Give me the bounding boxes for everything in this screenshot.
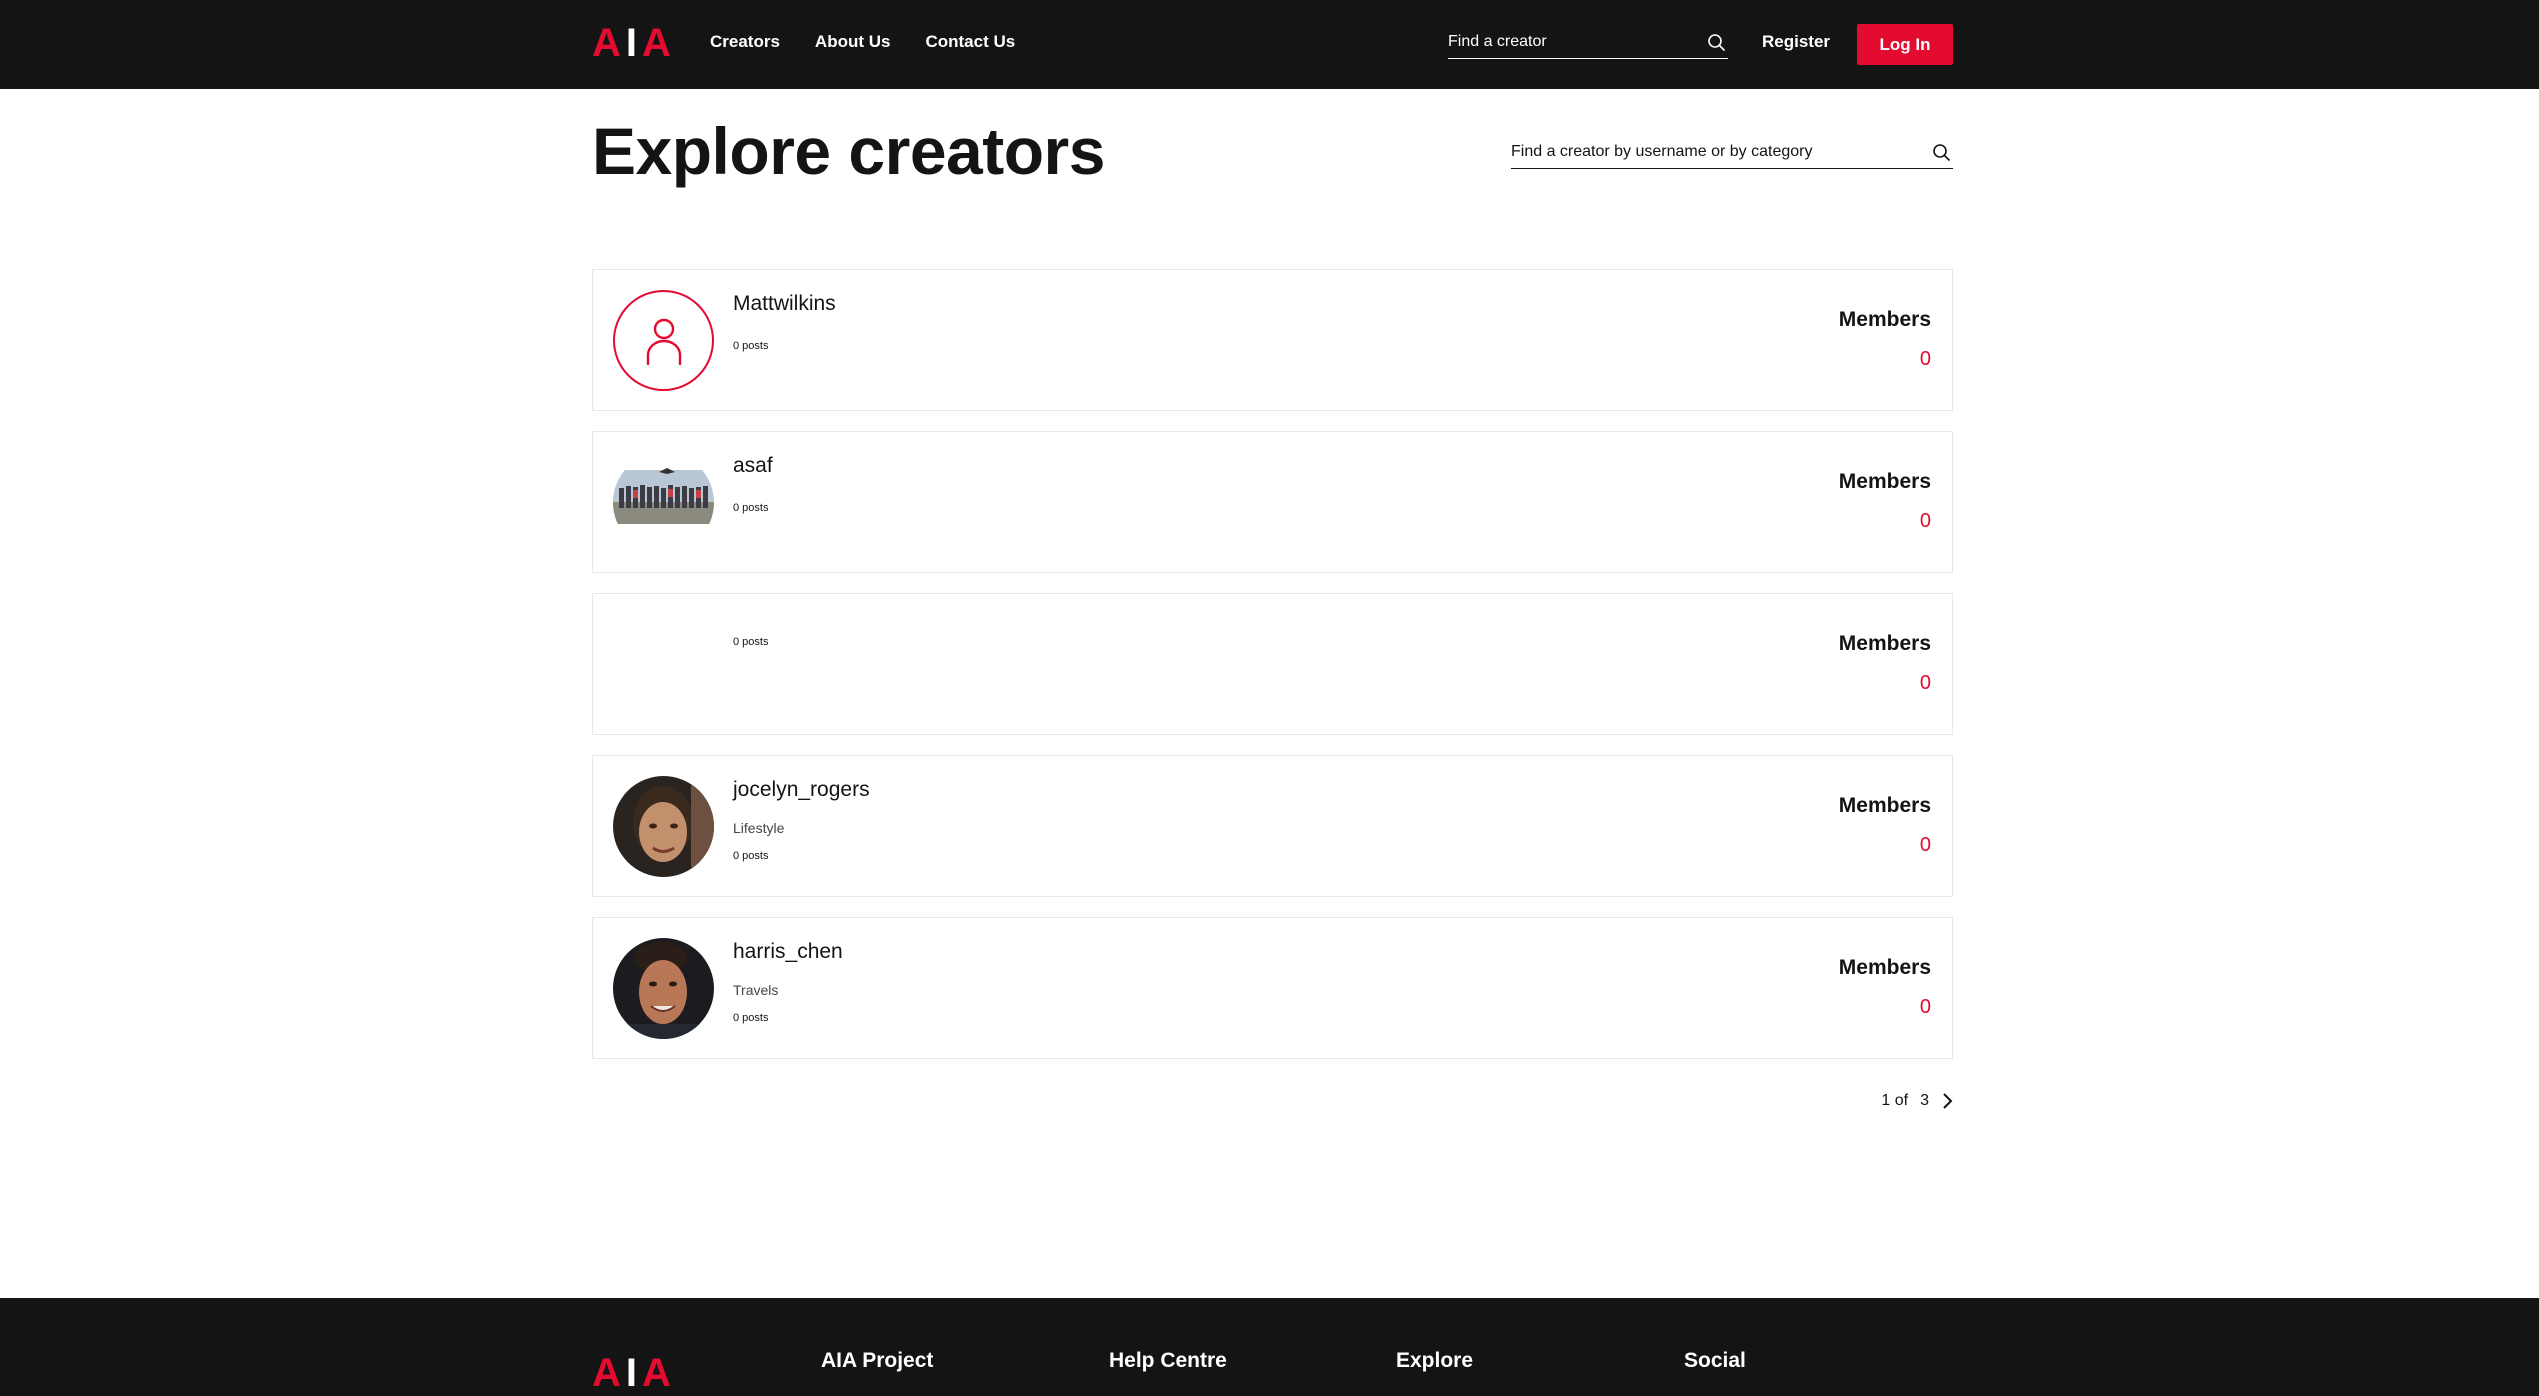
creator-name[interactable]: jocelyn_rogers xyxy=(733,778,870,802)
top-navbar xyxy=(0,0,2539,89)
nav-about-us[interactable]: About Us xyxy=(815,32,891,52)
creator-posts: 0 posts xyxy=(733,850,769,862)
creator-name[interactable]: harris_chen xyxy=(733,940,843,964)
members-label: Members xyxy=(1838,956,1931,979)
page-title: Explore creators xyxy=(592,114,1105,188)
search-icon[interactable] xyxy=(1932,143,1951,167)
avatar xyxy=(613,938,714,1039)
footer-heading-explore: Explore xyxy=(1396,1349,1474,1372)
members-count: 0 xyxy=(1919,996,1931,1018)
members-count: 0 xyxy=(1919,834,1931,856)
creator-card[interactable]: harris_chen Travels 0 posts Members 0 xyxy=(592,917,1953,1059)
nav-creators[interactable]: Creators xyxy=(710,32,780,52)
creator-card[interactable]: asaf 0 posts Members 0 xyxy=(592,431,1953,573)
search-icon[interactable] xyxy=(1707,33,1726,57)
members-label: Members xyxy=(1838,470,1931,493)
login-button[interactable]: Log In xyxy=(1857,24,1953,65)
members-label: Members xyxy=(1838,632,1931,655)
nav-contact-us[interactable]: Contact Us xyxy=(925,32,1015,52)
members-count: 0 xyxy=(1919,510,1931,532)
avatar-placeholder xyxy=(613,290,714,391)
creator-category: Travels xyxy=(733,982,779,998)
current-page: 1 xyxy=(1881,1092,1891,1109)
pagination: 1 of 3 xyxy=(1881,1092,1953,1110)
creator-search-input[interactable] xyxy=(1511,138,1911,166)
members-count: 0 xyxy=(1919,348,1931,370)
brand-logo[interactable]: AIA xyxy=(592,23,672,63)
creator-card[interactable]: jocelyn_rogers Lifestyle 0 posts Members… xyxy=(592,755,1953,897)
members-label: Members xyxy=(1838,794,1931,817)
creator-card[interactable]: Mattwilkins 0 posts Members 0 xyxy=(592,269,1953,411)
header-search xyxy=(1448,28,1728,59)
creator-search xyxy=(1511,138,1953,169)
portrait-image xyxy=(613,938,714,1039)
members-count: 0 xyxy=(1919,672,1931,694)
members-label: Members xyxy=(1838,308,1931,331)
footer xyxy=(0,1298,2539,1396)
main-nav: Creators About Us Contact Us xyxy=(710,32,1015,52)
creator-posts: 0 posts xyxy=(733,1012,769,1024)
footer-heading-social: Social xyxy=(1684,1349,1746,1372)
chevron-right-icon[interactable] xyxy=(1941,1092,1953,1110)
user-icon xyxy=(646,318,681,365)
creator-posts: 0 posts xyxy=(733,636,769,648)
total-pages: 3 xyxy=(1920,1092,1929,1109)
portrait-image xyxy=(613,776,714,877)
page-of-label: of xyxy=(1894,1092,1909,1109)
footer-logo[interactable]: AIA xyxy=(592,1353,672,1393)
footer-heading-help-centre: Help Centre xyxy=(1109,1349,1227,1372)
creator-category: Lifestyle xyxy=(733,820,785,836)
creator-posts: 0 posts xyxy=(733,502,769,514)
creator-name[interactable]: asaf xyxy=(733,454,773,478)
creator-posts: 0 posts xyxy=(733,340,769,352)
avatar xyxy=(613,776,714,877)
group-photo-image xyxy=(613,452,714,553)
footer-heading-aia-project: AIA Project xyxy=(821,1349,934,1372)
avatar xyxy=(613,452,714,553)
register-link[interactable]: Register xyxy=(1762,32,1830,52)
header-search-input[interactable] xyxy=(1448,28,1688,56)
creator-card[interactable]: 0 posts Members 0 xyxy=(592,593,1953,735)
creator-name[interactable]: Mattwilkins xyxy=(733,292,836,316)
